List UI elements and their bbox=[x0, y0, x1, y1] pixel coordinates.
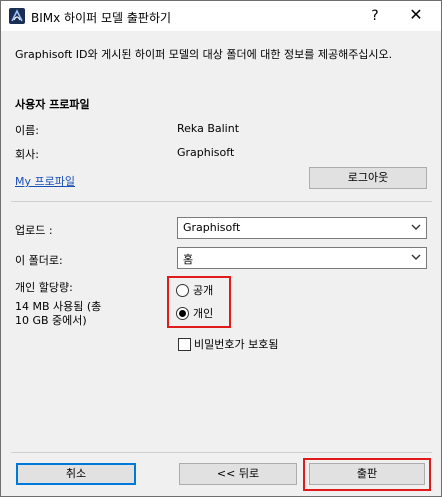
name-label: 이름: bbox=[15, 124, 39, 137]
intro-text: Graphisoft ID와 게시된 하이퍼 모델의 대상 폴더에 대한 정보를… bbox=[15, 48, 393, 61]
upload-label: 업로드 : bbox=[15, 224, 53, 237]
chevron-down-icon bbox=[411, 224, 421, 230]
help-button[interactable]: ? bbox=[365, 5, 385, 27]
password-checkbox-label[interactable]: 비밀번호가 보호됨 bbox=[194, 336, 278, 352]
quota-label: 개인 할당량: bbox=[15, 281, 73, 294]
company-label: 회사: bbox=[15, 148, 39, 161]
title-bar: BIMx 하이퍼 모델 출판하기 ? ✕ bbox=[1, 1, 441, 31]
my-profile-link[interactable]: My 프로파일 bbox=[15, 173, 75, 189]
separator bbox=[11, 201, 432, 202]
folder-dropdown-value: 홈 bbox=[183, 253, 194, 266]
upload-dropdown-value: Graphisoft bbox=[183, 221, 241, 234]
logout-button[interactable]: 로그아웃 bbox=[309, 167, 427, 189]
publish-dialog: BIMx 하이퍼 모델 출판하기 ? ✕ Graphisoft ID와 게시된 … bbox=[0, 0, 442, 497]
chevron-down-icon bbox=[411, 254, 421, 260]
name-value: Reka Balint bbox=[177, 122, 240, 135]
close-button[interactable]: ✕ bbox=[406, 4, 426, 26]
folder-label: 이 폴더로: bbox=[15, 254, 63, 267]
quota-total: 10 GB 중에서) bbox=[15, 314, 87, 327]
company-value: Graphisoft bbox=[177, 146, 235, 159]
radio-selected-dot bbox=[179, 310, 186, 317]
publish-button[interactable]: 출판 bbox=[309, 463, 425, 485]
footer-separator bbox=[11, 452, 432, 453]
profile-heading: 사용자 프로파일 bbox=[15, 98, 90, 111]
back-button[interactable]: << 뒤로 bbox=[179, 463, 297, 485]
folder-dropdown[interactable]: 홈 bbox=[177, 247, 427, 269]
window-title: BIMx 하이퍼 모델 출판하기 bbox=[31, 11, 172, 25]
public-radio-label[interactable]: 공개 bbox=[193, 282, 213, 298]
private-radio-label[interactable]: 개인 bbox=[193, 305, 213, 321]
archicad-app-icon bbox=[9, 8, 25, 24]
password-checkbox[interactable] bbox=[178, 338, 191, 351]
public-radio[interactable] bbox=[176, 284, 189, 297]
private-radio[interactable] bbox=[176, 307, 189, 320]
cancel-button[interactable]: 취소 bbox=[16, 463, 136, 485]
upload-dropdown[interactable]: Graphisoft bbox=[177, 217, 427, 239]
